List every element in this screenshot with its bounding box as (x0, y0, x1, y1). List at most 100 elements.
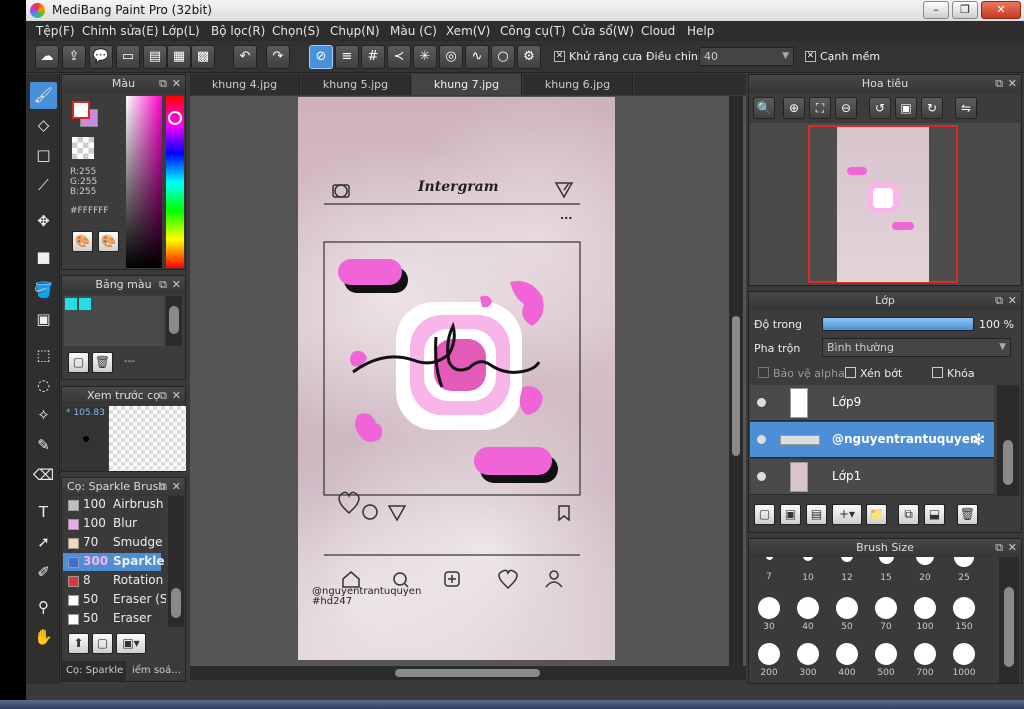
select-eraser-tool-icon[interactable]: ⌫ (30, 462, 57, 489)
palette-swatch[interactable] (65, 298, 77, 310)
soft-edge-checkbox[interactable]: ✕ (805, 51, 816, 62)
brush-item-blur[interactable]: 100 Blur (63, 515, 161, 533)
brush-size-150[interactable]: 150 (946, 597, 982, 632)
menu-view[interactable]: Xem(V) (446, 24, 490, 38)
undo-icon[interactable]: ↶ (233, 45, 257, 69)
brush-size-30[interactable]: 30 (751, 597, 787, 632)
brush-size-200[interactable]: 200 (751, 643, 787, 678)
new-layer-icon[interactable]: ▢ (754, 504, 775, 525)
parallel-snap-icon[interactable]: ≡ (335, 45, 359, 69)
brush-size-10[interactable]: 10 (790, 557, 826, 583)
tab-brush[interactable]: Cọ: Sparkle B... (62, 661, 126, 681)
close-icon[interactable]: ✕ (1008, 292, 1017, 310)
layer-settings-gear-icon[interactable]: ✻ (972, 430, 985, 449)
add-layer-menu-icon[interactable]: +▾ (832, 504, 862, 525)
visibility-eye-icon[interactable] (757, 435, 766, 444)
brush-item-airbrush[interactable]: 100 Airbrush (63, 496, 164, 514)
brush-size-400[interactable]: 400 (829, 643, 865, 678)
comment-icon[interactable]: ▭ (116, 45, 140, 69)
select-tool-icon[interactable]: ⬚ (30, 342, 57, 369)
popout-icon[interactable]: ⧉ (995, 75, 1003, 93)
menu-layer[interactable]: Lớp(L) (162, 24, 200, 38)
new-brush-icon[interactable]: ▢ (92, 633, 113, 654)
brush-tool-icon[interactable]: 🖌 (30, 82, 57, 109)
hue-slider-handle[interactable] (168, 111, 182, 125)
palette-scrollbar[interactable] (166, 296, 182, 346)
popout-icon[interactable]: ⧉ (995, 539, 1003, 557)
layout-icon[interactable]: ▦ (167, 45, 191, 69)
color-palette-icon[interactable]: 🎨 (98, 231, 119, 252)
menu-window[interactable]: Cửa sổ(W) (572, 24, 634, 38)
canvas-vertical-scrollbar[interactable] (729, 96, 743, 666)
menu-filter[interactable]: Bộ lọc(R) (211, 24, 265, 38)
protect-alpha-checkbox[interactable] (758, 367, 769, 378)
brush-item-eraser-soft[interactable]: 50 Eraser (S (63, 591, 166, 609)
snap-settings-gear-icon[interactable]: ⚙ (517, 45, 541, 69)
blend-mode-dropdown[interactable]: Bình thường ▼ (822, 338, 1011, 357)
dot-tool-icon[interactable]: ⟋ (30, 172, 57, 199)
delete-palette-icon[interactable]: 🗑 (92, 352, 113, 373)
bucket-tool-icon[interactable]: 🪣 (30, 277, 57, 304)
menu-tools[interactable]: Công cụ(T) (500, 24, 566, 38)
flip-icon[interactable]: ⇋ (955, 97, 977, 119)
menu-cloud[interactable]: Cloud (641, 24, 675, 38)
brush-size-1000[interactable]: 1000 (946, 643, 982, 678)
zoom-in-icon[interactable]: ⊕ (783, 97, 805, 119)
close-icon[interactable]: ✕ (172, 75, 181, 93)
reset-view-icon[interactable]: ▣ (895, 97, 917, 119)
duplicate-layer-icon[interactable]: ⧉ (898, 504, 919, 525)
close-button[interactable]: ✕ (981, 1, 1021, 19)
eraser-tool-icon[interactable]: ◇ (30, 112, 57, 139)
close-icon[interactable]: ✕ (1008, 539, 1017, 557)
brush-size-12[interactable]: 12 (829, 557, 865, 583)
brush-size-700[interactable]: 700 (907, 643, 943, 678)
brush-list-scrollbar[interactable] (168, 496, 184, 627)
tab-khung-7[interactable]: khung 7.jpg (412, 74, 522, 95)
fit-window-icon[interactable]: ⛶ (809, 97, 831, 119)
lasso-tool-icon[interactable]: ◌ (30, 372, 57, 399)
gradient-tool-icon[interactable]: ▣ (30, 306, 57, 333)
brush-size-70[interactable]: 70 (868, 597, 904, 632)
divide-tool-icon[interactable]: ✐ (30, 559, 57, 586)
menu-select[interactable]: Chọn(S) (272, 24, 320, 38)
zoom-out-icon[interactable]: ⊖ (835, 97, 857, 119)
concentric-snap-icon[interactable]: ◎ (439, 45, 463, 69)
palette-swatch[interactable] (79, 298, 91, 310)
brush-size-25[interactable]: 25 (946, 557, 982, 583)
visibility-eye-icon[interactable] (757, 398, 766, 407)
brush-size-100[interactable]: 100 (907, 597, 943, 632)
move-tool-icon[interactable]: ✥ (30, 208, 57, 235)
grid-snap-icon[interactable]: # (361, 45, 385, 69)
merge-layer-icon[interactable]: ⬓ (924, 504, 945, 525)
layer-row[interactable]: Lớp9 (750, 385, 994, 421)
brush-size-300[interactable]: 300 (790, 643, 826, 678)
layer-row-selected[interactable]: @nguyentrantuquyen ✻ (750, 422, 994, 458)
redo-icon[interactable]: ↷ (266, 45, 290, 69)
new-halftone-layer-icon[interactable]: ▣ (780, 504, 801, 525)
rotate-left-icon[interactable]: ↺ (869, 97, 891, 119)
navigator-viewport[interactable] (808, 125, 958, 283)
add-brush-icon[interactable]: ⬆ (68, 633, 89, 654)
navigator-preview[interactable] (750, 123, 1020, 285)
visibility-eye-icon[interactable] (757, 472, 766, 481)
brush-item-sparkle[interactable]: 300 Sparkle (63, 553, 164, 571)
opacity-slider[interactable] (822, 317, 974, 331)
brush-size-scrollbar[interactable] (999, 557, 1019, 683)
new-1bit-layer-icon[interactable]: ▤ (806, 504, 827, 525)
color-picker-icon[interactable]: 🎨 (72, 231, 93, 252)
perspective-snap-icon[interactable]: ≺ (387, 45, 411, 69)
tab-control[interactable]: iểm soá... (128, 661, 185, 681)
grid-icon[interactable]: ▩ (191, 45, 215, 69)
brush-size-15[interactable]: 15 (868, 557, 904, 583)
menu-color[interactable]: Màu (C) (390, 24, 437, 38)
saturation-field[interactable] (126, 96, 162, 268)
brush-menu-icon[interactable]: ▣▾ (116, 633, 146, 654)
brush-item-eraser[interactable]: 50 Eraser (63, 610, 161, 627)
antialias-checkbox[interactable]: ✕ (554, 51, 565, 62)
upload-icon[interactable]: ⇪ (62, 45, 86, 69)
minimize-button[interactable]: – (923, 1, 949, 19)
folder-icon[interactable]: 📁 (866, 504, 887, 525)
menu-capture[interactable]: Chụp(N) (330, 24, 380, 38)
document-icon[interactable]: ▤ (143, 45, 167, 69)
brush-size-20[interactable]: 20 (907, 557, 943, 583)
